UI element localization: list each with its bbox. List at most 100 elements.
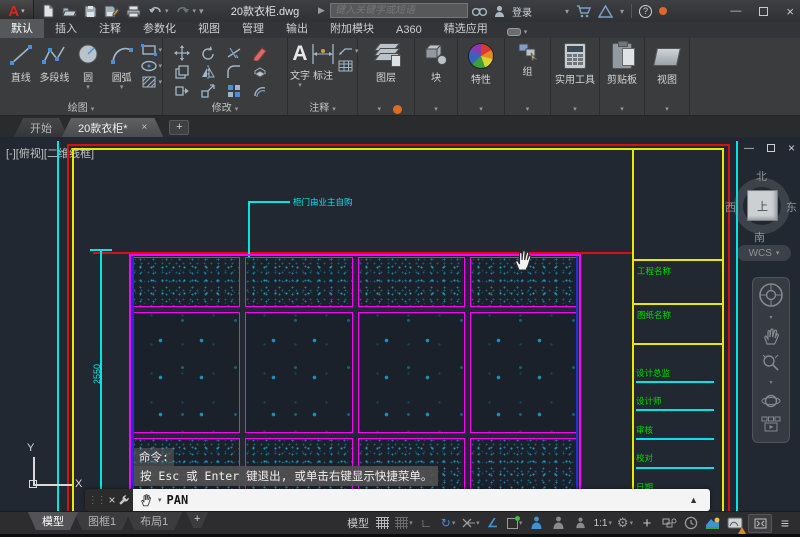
move-icon[interactable] xyxy=(174,45,190,61)
hardware-acceleration-clock[interactable] xyxy=(682,514,700,533)
customization-menu[interactable]: ≡ xyxy=(776,514,794,533)
drawing-canvas[interactable]: [-][俯视][二维线框] — × 工程名称 图纸名称 设计总监 设计师 审核 … xyxy=(0,137,800,511)
scale-icon[interactable] xyxy=(200,83,216,99)
autoscale-toggle[interactable] xyxy=(550,514,568,533)
offset-icon[interactable] xyxy=(252,83,268,99)
redo-caret-icon[interactable]: ▾ xyxy=(193,7,197,15)
command-options-caret-icon[interactable]: ▾ xyxy=(158,496,162,504)
signin-caret-icon[interactable]: ▾ xyxy=(565,7,569,16)
tab-home[interactable]: 默认 xyxy=(0,19,44,38)
qat-customize-icon[interactable]: ▾ xyxy=(199,6,204,17)
doc-close-button[interactable]: × xyxy=(788,141,795,155)
viewcube-west-label[interactable]: 西 xyxy=(725,199,736,215)
object-snap-toggle[interactable]: ▾ xyxy=(506,514,524,533)
viewcube-east-label[interactable]: 东 xyxy=(786,199,797,215)
panel-clipboard[interactable]: 剪贴板 ▾ xyxy=(600,38,645,115)
a360-caret-icon[interactable]: ▾ xyxy=(620,7,624,16)
annotation-monitor-plus[interactable]: + xyxy=(638,514,656,533)
search-input[interactable] xyxy=(330,3,468,18)
workspace-switching-gear[interactable]: ⚙▾ xyxy=(616,514,634,533)
circle-button[interactable]: 圆 ▾ xyxy=(71,38,105,90)
tab-a360[interactable]: A360 xyxy=(385,23,433,38)
properties-caret-icon[interactable]: ▾ xyxy=(479,105,483,113)
dimension-button[interactable]: 标注 xyxy=(310,38,336,88)
arc-caret-icon[interactable]: ▾ xyxy=(120,85,124,90)
file-tab-drawing[interactable]: 20款衣柜* × xyxy=(62,118,163,137)
clipboard-caret-icon[interactable]: ▾ xyxy=(620,105,624,113)
layers-caret-icon[interactable]: ▾ xyxy=(378,105,382,113)
fillet-icon[interactable] xyxy=(226,64,242,80)
text-button[interactable]: A 文字 ▾ xyxy=(290,38,310,88)
help-icon[interactable]: ? xyxy=(639,5,652,18)
pan-tool-icon[interactable] xyxy=(761,327,781,347)
panel-modify-title[interactable]: 修改▾ xyxy=(163,99,287,114)
hatch-caret-icon[interactable]: ▾ xyxy=(159,78,163,86)
a360-icon[interactable] xyxy=(598,5,613,18)
zoom-tool-icon[interactable] xyxy=(761,353,781,373)
navbar-caret-icon[interactable]: ▾ xyxy=(769,379,772,386)
undo-icon[interactable] xyxy=(148,5,162,17)
command-customize-wrench-icon[interactable] xyxy=(118,494,130,506)
panel-layers[interactable]: 图层 ▾ xyxy=(358,38,415,115)
undo-caret-icon[interactable]: ▾ xyxy=(165,7,169,15)
annotation-visibility-toggle[interactable] xyxy=(528,514,546,533)
panel-group[interactable]: 组 ▾ xyxy=(505,38,551,115)
polar-tracking-toggle[interactable]: ↻▾ xyxy=(439,514,457,533)
wcs-dropdown[interactable]: WCS▾ xyxy=(737,245,791,261)
signin-label[interactable]: 登录 xyxy=(512,4,532,19)
rectangle-button[interactable]: ▾ xyxy=(141,44,163,56)
orbit-tool-icon[interactable] xyxy=(761,392,781,410)
array-icon[interactable] xyxy=(226,83,242,99)
save-icon[interactable] xyxy=(84,5,97,18)
tab-view[interactable]: 视图 xyxy=(187,19,231,38)
showmotion-icon[interactable] xyxy=(761,416,781,432)
new-file-icon[interactable] xyxy=(42,4,55,18)
cart-icon[interactable] xyxy=(576,5,591,18)
viewcube-south-label[interactable]: 南 xyxy=(754,229,765,245)
graphics-performance-toggle[interactable] xyxy=(704,514,722,533)
signin-person-icon[interactable] xyxy=(494,5,505,18)
utilities-caret-icon[interactable]: ▾ xyxy=(573,105,577,113)
model-space-toggle[interactable]: 模型 xyxy=(347,514,369,533)
tab-annotate[interactable]: 注释 xyxy=(88,19,132,38)
annotation-scale-value[interactable]: 1:1▾ xyxy=(594,514,612,533)
maximize-button[interactable] xyxy=(759,7,768,16)
layout-tab-layout1[interactable]: 布局1 xyxy=(126,512,182,530)
hatch-button[interactable]: ▾ xyxy=(141,76,163,88)
navbar-caret-icon[interactable]: ▾ xyxy=(769,314,772,321)
rotate-icon[interactable] xyxy=(200,45,216,61)
minimize-button[interactable]: — xyxy=(730,5,741,17)
ribbon-display-toggle[interactable]: ▾ xyxy=(507,28,528,38)
object-snap-tracking-toggle[interactable]: ▾ xyxy=(461,514,480,533)
block-caret-icon[interactable]: ▾ xyxy=(434,105,438,113)
trim-icon[interactable] xyxy=(226,45,242,61)
viewcube-top-face[interactable]: 上 xyxy=(747,190,778,221)
tab-featured-apps[interactable]: 精选应用 xyxy=(433,19,499,38)
explode-icon[interactable] xyxy=(252,64,268,80)
doc-restore-button[interactable] xyxy=(767,144,775,152)
panel-annotation-title[interactable]: 注释▾ xyxy=(288,99,357,114)
navigation-wheel-icon[interactable] xyxy=(758,282,784,308)
title-expand-icon[interactable]: ▶ xyxy=(318,5,325,16)
leader-button[interactable]: ▾ xyxy=(338,46,359,56)
ortho-mode-toggle[interactable]: ∟ xyxy=(417,514,435,533)
copy-icon[interactable] xyxy=(174,64,190,80)
tab-manage[interactable]: 管理 xyxy=(231,19,275,38)
mirror-icon[interactable] xyxy=(200,64,216,80)
doc-minimize-button[interactable]: — xyxy=(744,143,754,154)
ellipse-button[interactable]: ▾ xyxy=(141,60,163,72)
grid-display-toggle[interactable] xyxy=(373,514,391,533)
command-history-expand-icon[interactable]: ▲ xyxy=(689,495,698,505)
redo-icon[interactable] xyxy=(176,5,190,17)
line-button[interactable]: 直线 xyxy=(4,38,38,90)
search-binoculars-icon[interactable] xyxy=(472,6,487,17)
panel-utilities[interactable]: 实用工具 ▾ xyxy=(551,38,600,115)
tab-insert[interactable]: 插入 xyxy=(44,19,88,38)
annotation-scale-person-icon[interactable] xyxy=(572,514,590,533)
panel-view[interactable]: 视图 ▾ xyxy=(645,38,690,115)
isometric-angle-toggle[interactable]: ∠ xyxy=(484,514,502,533)
panel-draw-title[interactable]: 绘图▾ xyxy=(0,99,162,114)
stretch-icon[interactable] xyxy=(174,83,190,99)
display-warning-toggle[interactable] xyxy=(726,514,744,533)
view-caret-icon[interactable]: ▾ xyxy=(665,105,669,113)
